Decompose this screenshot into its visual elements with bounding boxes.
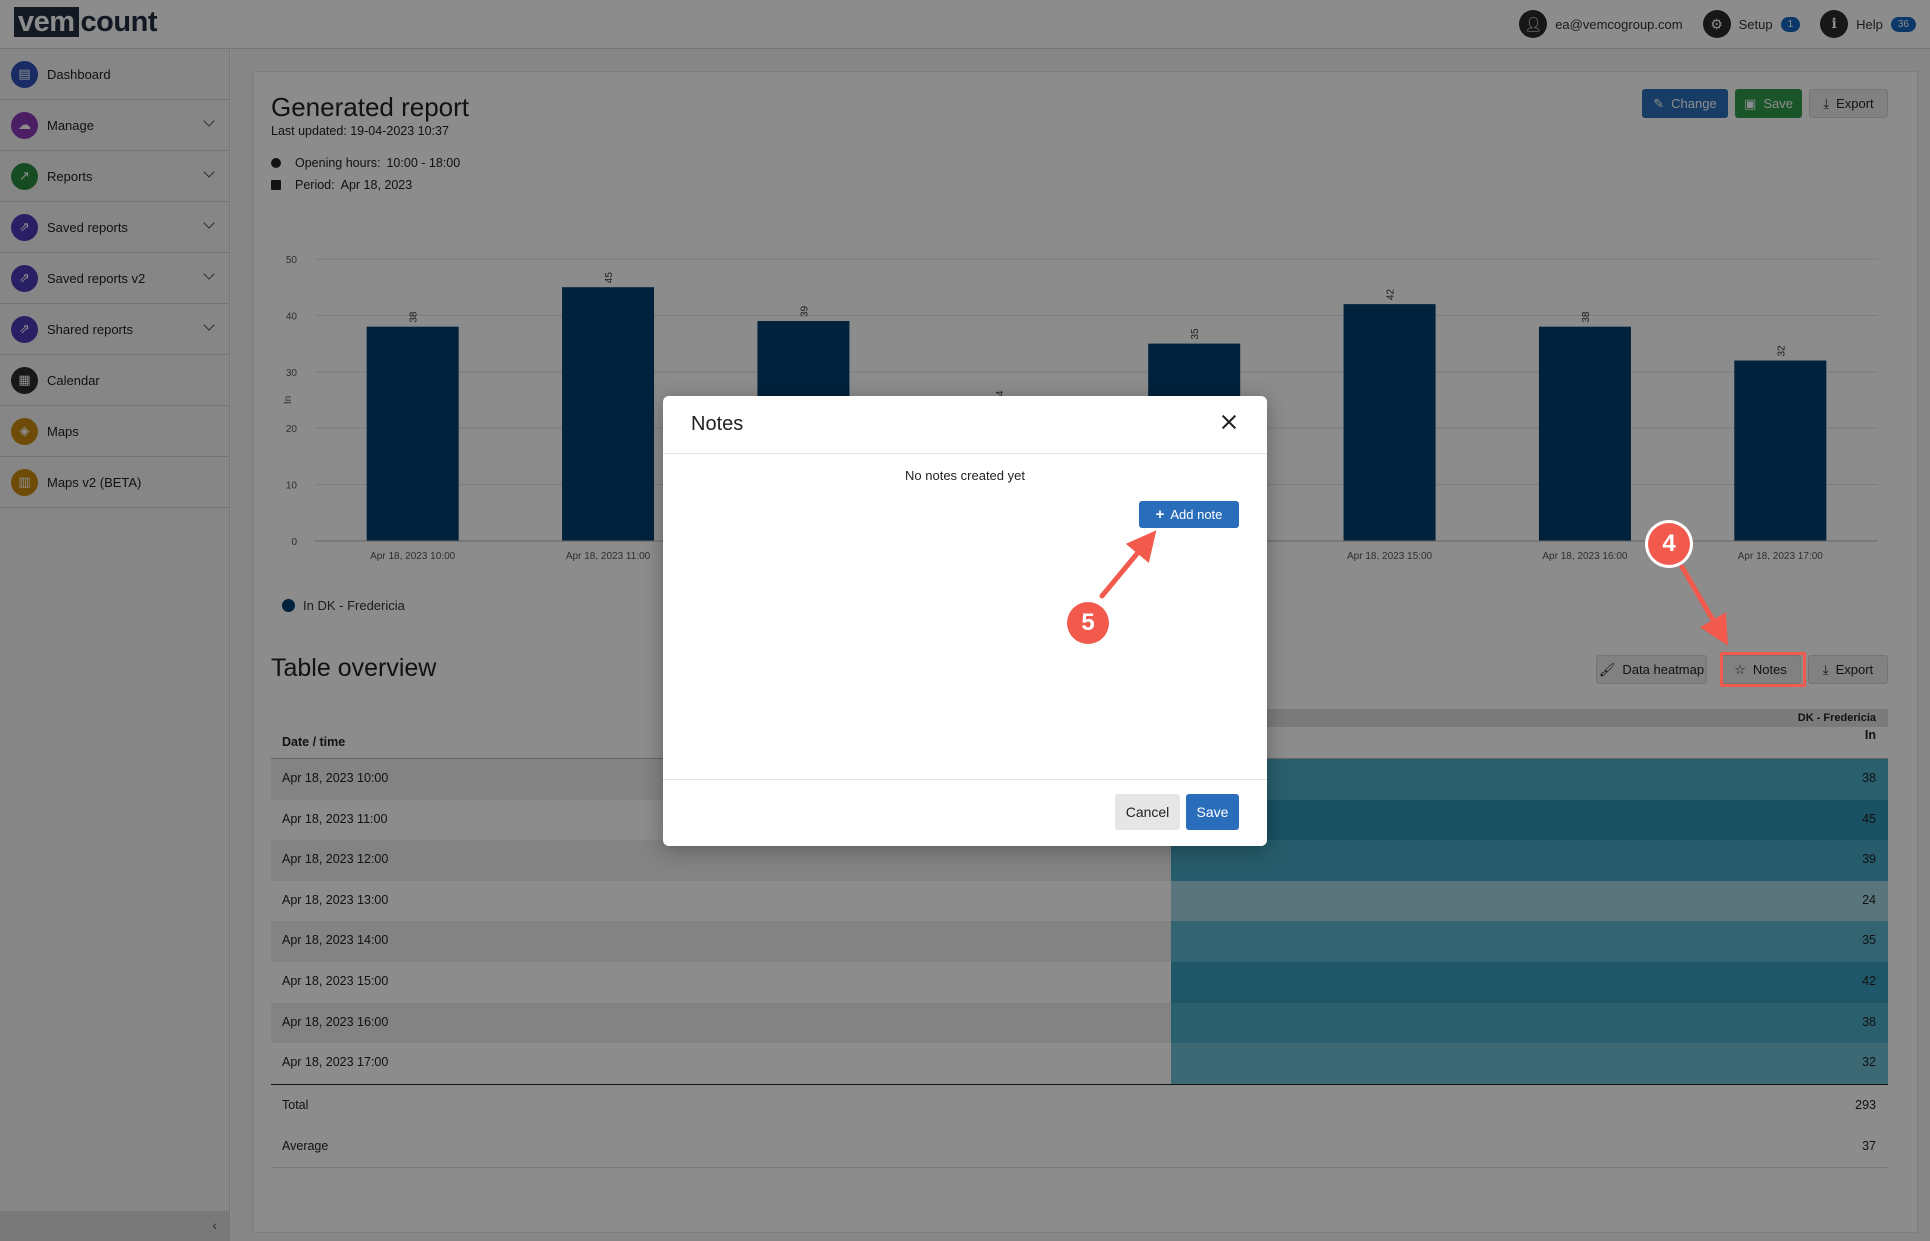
arrow-to-notes [1679, 564, 1729, 646]
annotation-arrows [1099, 530, 1729, 646]
step-5-badge: 5 [1067, 602, 1109, 644]
arrow-to-add-note [1099, 530, 1157, 599]
step-4-badge: 4 [1648, 523, 1690, 565]
